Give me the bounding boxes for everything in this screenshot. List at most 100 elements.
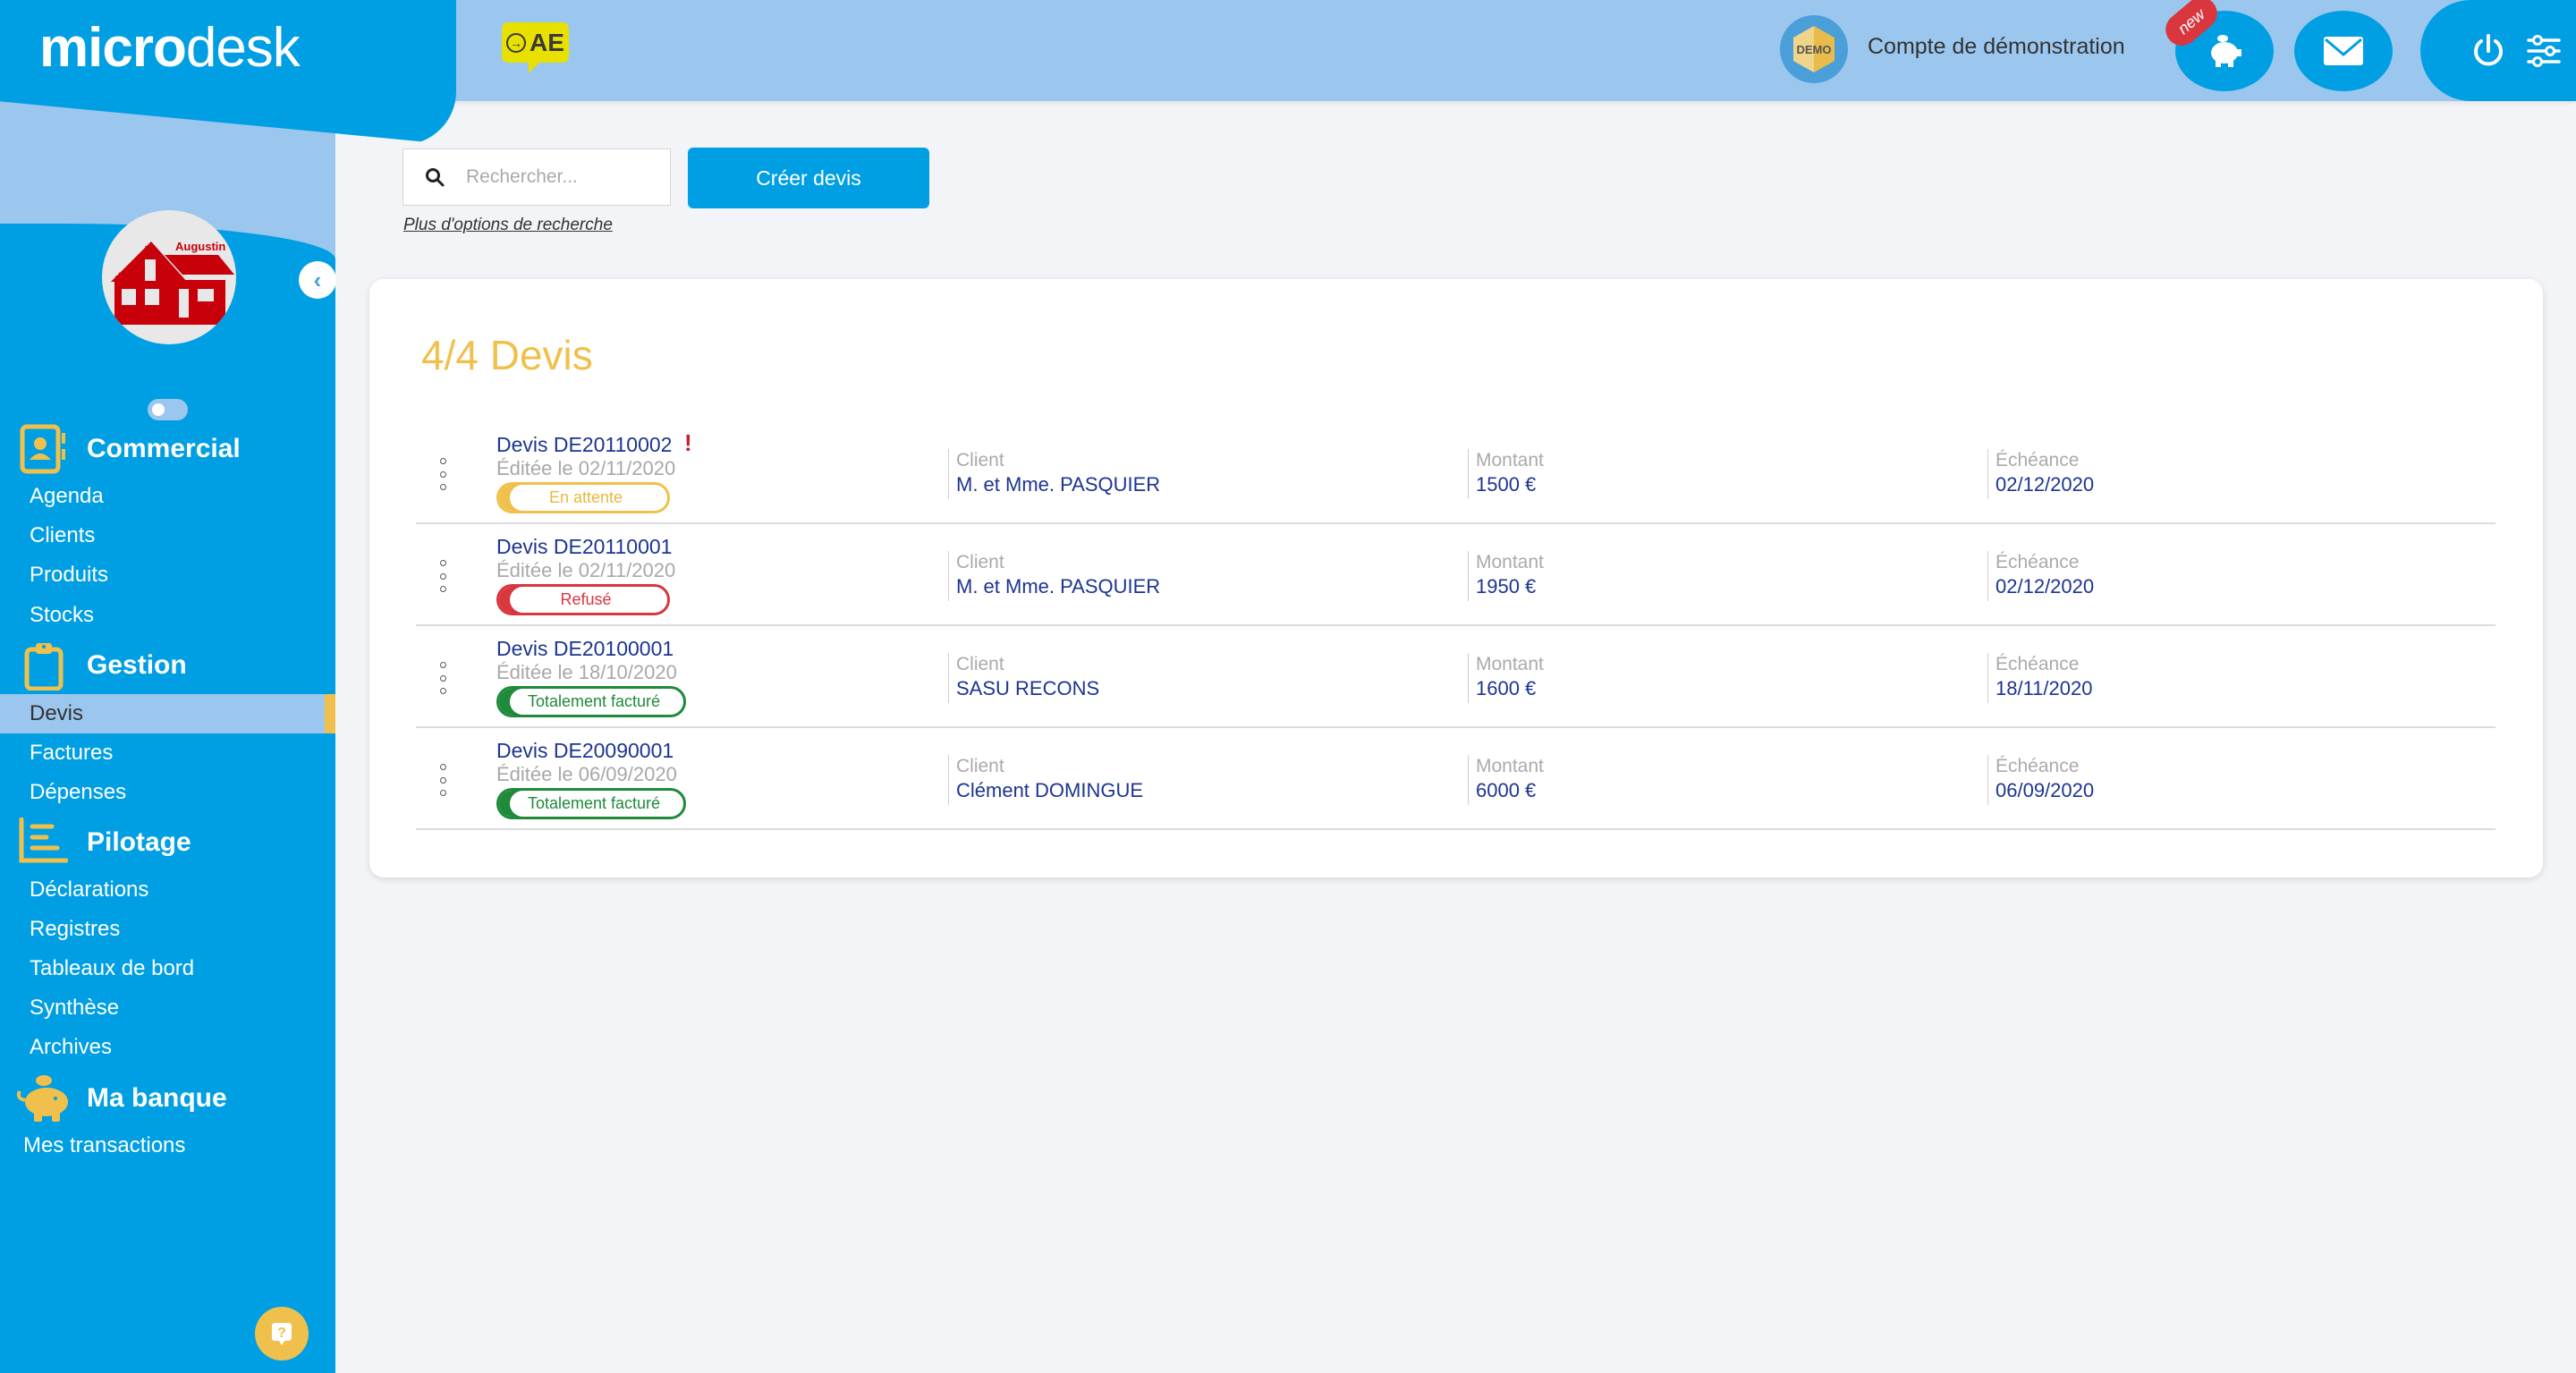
svg-text:?: ?: [277, 1326, 286, 1341]
login-arrow-icon: →: [506, 32, 527, 53]
devis-reference[interactable]: Devis DE20110002: [496, 433, 672, 457]
account-panel: [2420, 0, 2576, 101]
edited-date: Éditée le 06/09/2020: [496, 763, 677, 785]
due-date-label: Échéance: [1996, 552, 2080, 572]
due-date-column: Échéance 02/12/2020: [1987, 449, 2094, 499]
amount-column: Montant 6000 €: [1468, 755, 1544, 805]
amount-value: 1500 €: [1476, 473, 1537, 496]
sidebar-item-archives[interactable]: Archives: [0, 1028, 335, 1067]
status-badge: Totalement facturé: [496, 788, 686, 819]
nav-section-commercial: Commercial: [0, 422, 335, 476]
list-title: 4/4 Devis: [421, 332, 593, 378]
client-label: Client: [956, 552, 1004, 572]
devis-row[interactable]: Devis DE20100001 Éditée le 18/10/2020 To…: [416, 626, 2496, 728]
question-icon: ?: [272, 1323, 292, 1345]
due-date-label: Échéance: [1996, 756, 2080, 776]
sidebar-item-depenses[interactable]: Dépenses: [0, 773, 335, 812]
sidebar-item-stocks[interactable]: Stocks: [0, 596, 335, 635]
ae-badge[interactable]: → AE: [502, 22, 569, 73]
sidebar-item-devis[interactable]: Devis: [0, 694, 335, 733]
account-name[interactable]: Compte de démonstration: [1868, 34, 2125, 60]
sidebar-item-produits[interactable]: Produits: [0, 555, 335, 595]
sidebar-toggle[interactable]: [148, 399, 188, 420]
more-actions-icon[interactable]: [437, 662, 448, 694]
sidebar-item-factures[interactable]: Factures: [0, 733, 335, 773]
sidebar-item-registres[interactable]: Registres: [0, 910, 335, 949]
devis-reference[interactable]: Devis DE20110001: [496, 535, 672, 559]
amount-column: Montant 1600 €: [1468, 653, 1544, 703]
devis-row[interactable]: Devis DE20110001 Éditée le 02/11/2020 Re…: [416, 524, 2496, 626]
search-box: [402, 148, 671, 206]
due-date-value: 06/09/2020: [1996, 779, 2095, 801]
devis-reference[interactable]: Devis DE20100001: [496, 637, 674, 661]
client-column: Client Clément DOMINGUE: [948, 755, 1143, 805]
client-value[interactable]: SASU RECONS: [956, 676, 1099, 701]
mail-icon: [2324, 37, 2363, 65]
client-column: Client M. et Mme. PASQUIER: [948, 551, 1160, 601]
due-date-column: Échéance 02/12/2020: [1987, 551, 2094, 601]
devis-row[interactable]: Devis DE20110002 ! Éditée le 02/11/2020 …: [416, 422, 2496, 524]
more-actions-icon[interactable]: [437, 458, 448, 490]
nav-section-ma-banque: Ma banque: [0, 1072, 335, 1125]
svg-text:Augustin: Augustin: [175, 240, 225, 253]
amount-value: 1950 €: [1476, 575, 1537, 598]
client-value[interactable]: M. et Mme. PASQUIER: [956, 472, 1160, 497]
amount-column: Montant 1500 €: [1468, 449, 1544, 499]
section-label: Ma banque: [87, 1083, 227, 1113]
search-icon: [403, 167, 466, 187]
settings-sliders-icon[interactable]: [2526, 33, 2562, 69]
sidebar-item-agenda[interactable]: Agenda: [0, 477, 335, 516]
devis-reference[interactable]: Devis DE20090001: [496, 739, 674, 763]
demo-badge-label: DEMO: [1793, 26, 1835, 72]
mail-button[interactable]: [2294, 11, 2393, 91]
section-label: Pilotage: [87, 827, 191, 857]
client-value[interactable]: M. et Mme. PASQUIER: [956, 574, 1160, 599]
app-logo[interactable]: microdesk: [39, 16, 301, 80]
alert-icon: !: [684, 429, 692, 456]
logo-light: desk: [185, 17, 301, 79]
client-value[interactable]: Clément DOMINGUE: [956, 778, 1143, 803]
client-column: Client M. et Mme. PASQUIER: [948, 449, 1160, 499]
due-date-column: Échéance 18/11/2020: [1987, 653, 2092, 703]
more-search-options-link[interactable]: Plus d'options de recherche: [403, 216, 613, 235]
power-icon[interactable]: [2470, 33, 2506, 69]
sidebar-item-mes-transactions[interactable]: Mes transactions: [0, 1126, 335, 1165]
collapse-sidebar-button[interactable]: ‹: [299, 261, 336, 299]
logo-bold: micro: [39, 17, 187, 79]
due-date-label: Échéance: [1996, 654, 2080, 674]
client-label: Client: [956, 654, 1004, 674]
chart-list-icon: [19, 818, 68, 863]
nav-section-gestion: Gestion: [0, 639, 335, 692]
sidebar-item-clients[interactable]: Clients: [0, 516, 335, 555]
amount-label: Montant: [1476, 654, 1544, 674]
amount-value: 6000 €: [1476, 779, 1537, 801]
section-label: Gestion: [87, 650, 187, 680]
nav-section-pilotage: Pilotage: [0, 816, 335, 869]
due-date-value: 18/11/2020: [1996, 677, 2093, 699]
client-column: Client SASU RECONS: [948, 653, 1099, 703]
amount-label: Montant: [1476, 450, 1544, 470]
piggy-bank-icon: [16, 1075, 68, 1122]
amount-value: 1600 €: [1476, 677, 1537, 699]
status-badge: Totalement facturé: [496, 686, 686, 717]
client-label: Client: [956, 450, 1004, 470]
amount-label: Montant: [1476, 756, 1544, 776]
due-date-value: 02/12/2020: [1996, 575, 2095, 598]
more-actions-icon[interactable]: [437, 764, 448, 796]
search-input[interactable]: [466, 166, 654, 188]
status-badge: Refusé: [496, 584, 670, 615]
house-logo-icon: Augustin Maçonnerie: [111, 240, 234, 325]
amount-column: Montant 1950 €: [1468, 551, 1544, 601]
create-devis-button[interactable]: Créer devis: [688, 148, 929, 208]
devis-row[interactable]: Devis DE20090001 Éditée le 06/09/2020 To…: [416, 728, 2496, 830]
contact-book-icon: [20, 424, 65, 474]
help-button[interactable]: ?: [255, 1307, 309, 1360]
sidebar-item-synthese[interactable]: Synthèse: [0, 988, 335, 1028]
more-actions-icon[interactable]: [437, 560, 448, 592]
section-label: Commercial: [87, 434, 241, 463]
edited-date: Éditée le 18/10/2020: [496, 661, 677, 683]
amount-label: Montant: [1476, 552, 1544, 572]
sidebar-item-declarations[interactable]: Déclarations: [0, 870, 335, 910]
sidebar-item-tableaux-de-bord[interactable]: Tableaux de bord: [0, 949, 335, 988]
company-logo[interactable]: Augustin Maçonnerie: [102, 210, 236, 344]
